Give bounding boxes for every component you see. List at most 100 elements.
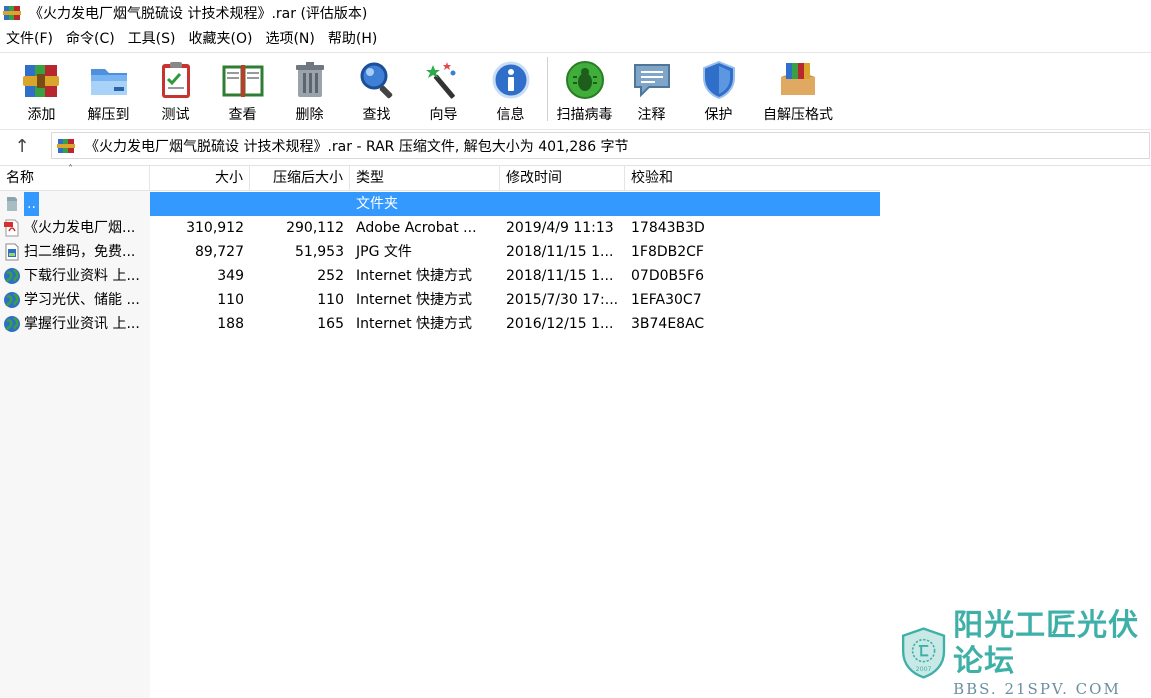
sfx-button[interactable]: 自解压格式 — [752, 53, 844, 125]
file-name: 掌握行业资讯 上... — [24, 316, 140, 332]
toolbar-separator — [547, 57, 548, 121]
table-row[interactable]: 《火力发电厂烟... 310,912 290,112 Adobe Acrobat… — [0, 216, 880, 240]
file-modified: 2018/11/15 1... — [506, 268, 614, 284]
find-button[interactable]: 查找 — [343, 53, 410, 125]
forum-watermark: 2007 阳光工匠光伏论坛 BBS. 21SPV. COM — [900, 608, 1148, 698]
bug-icon — [565, 61, 604, 99]
file-crc: 07D0B5F6 — [631, 268, 704, 284]
menu-favorites[interactable]: 收藏夹(O) — [183, 27, 260, 51]
file-size: 89,727 — [195, 244, 244, 260]
file-packed-size: 252 — [317, 268, 344, 284]
file-type: JPG 文件 — [356, 244, 412, 260]
arrow-up-icon: ↑ — [14, 135, 30, 157]
seal-year: 2007 — [916, 666, 932, 673]
file-packed-size: 165 — [317, 316, 344, 332]
file-size: 110 — [217, 292, 244, 308]
magnifier-icon — [360, 62, 392, 99]
file-type: Internet 快捷方式 — [356, 292, 473, 308]
file-size: 310,912 — [186, 220, 244, 236]
test-button[interactable]: 测试 — [142, 53, 209, 125]
image-file-icon — [5, 243, 19, 261]
file-size: 188 — [217, 316, 244, 332]
file-name: .. — [24, 192, 39, 216]
watermark-url: BBS. 21SPV. COM — [953, 680, 1121, 698]
table-row[interactable]: .. 文件夹 — [0, 192, 880, 216]
column-header-packed[interactable]: 压缩后大小 — [250, 166, 350, 191]
file-size: 349 — [217, 268, 244, 284]
archive-path-text: 《火力发电厂烟气脱硫设 计技术规程》.rar - RAR 压缩文件, 解包大小为… — [85, 138, 629, 155]
shield-icon — [702, 60, 735, 100]
file-packed-size: 290,112 — [286, 220, 344, 236]
up-folder-button[interactable]: ↑ — [0, 130, 44, 162]
open-book-icon — [222, 65, 263, 97]
column-header-name[interactable]: ˄ 名称 — [0, 164, 150, 191]
internet-shortcut-icon — [4, 316, 20, 332]
folder-up-icon — [7, 197, 17, 211]
file-packed-size — [250, 192, 350, 216]
archive-books-icon — [22, 65, 59, 97]
protect-button[interactable]: 保护 — [685, 53, 752, 125]
shield-logo-icon: 2007 — [901, 627, 946, 679]
add-button[interactable]: 添加 — [8, 53, 75, 125]
file-crc — [625, 192, 880, 216]
file-name: 下载行业资料 上... — [24, 268, 140, 284]
title-bar: 《火力发电厂烟气脱硫设 计技术规程》.rar (评估版本) — [0, 0, 1151, 26]
sort-ascending-icon: ˄ — [68, 164, 73, 175]
toolbar: 添加 解压到 测试 查看 删除 查找 向导 信息 扫描病毒 注释 保护 自解压格… — [0, 52, 1151, 126]
pdf-file-icon — [4, 219, 19, 237]
comment-button[interactable]: 注释 — [618, 53, 685, 125]
file-packed-size: 51,953 — [295, 244, 344, 260]
file-size — [150, 192, 250, 216]
column-header-modified[interactable]: 修改时间 — [500, 166, 625, 191]
file-crc: 17843B3D — [631, 220, 705, 236]
menu-tools[interactable]: 工具(S) — [122, 27, 183, 51]
file-type: 文件夹 — [350, 192, 500, 216]
column-header-size[interactable]: 大小 — [150, 166, 250, 191]
sfx-box-icon — [781, 63, 815, 95]
file-crc: 1EFA30C7 — [631, 292, 702, 308]
delete-button[interactable]: 删除 — [276, 53, 343, 125]
clipboard-check-icon — [161, 62, 190, 98]
table-row[interactable]: 扫二维码，免费... 89,727 51,953 JPG 文件 2018/11/… — [0, 240, 880, 264]
info-icon — [492, 61, 529, 99]
file-name: 扫二维码，免费... — [24, 244, 136, 260]
menu-bar: 文件(F) 命令(C) 工具(S) 收藏夹(O) 选项(N) 帮助(H) — [0, 27, 1151, 51]
file-type: Adobe Acrobat ... — [356, 220, 477, 236]
file-packed-size: 110 — [317, 292, 344, 308]
file-name: 学习光伏、储能 ... — [24, 292, 140, 308]
file-modified: 2019/4/9 11:13 — [506, 220, 614, 236]
rar-archive-icon — [57, 137, 75, 155]
archive-path-field[interactable]: 《火力发电厂烟气脱硫设 计技术规程》.rar - RAR 压缩文件, 解包大小为… — [51, 132, 1150, 159]
virus-scan-button[interactable]: 扫描病毒 — [551, 53, 618, 125]
window-title: 《火力发电厂烟气脱硫设 计技术规程》.rar (评估版本) — [29, 6, 368, 22]
file-list-header: ˄ 名称 大小 压缩后大小 类型 修改时间 校验和 — [0, 164, 880, 191]
file-crc: 1F8DB2CF — [631, 244, 704, 260]
info-button[interactable]: 信息 — [477, 53, 544, 125]
menu-options[interactable]: 选项(N) — [259, 27, 321, 51]
file-type: Internet 快捷方式 — [356, 268, 473, 284]
menu-help[interactable]: 帮助(H) — [322, 27, 384, 51]
menu-commands[interactable]: 命令(C) — [60, 27, 122, 51]
menu-file[interactable]: 文件(F) — [0, 27, 60, 51]
address-bar: ↑ 《火力发电厂烟气脱硫设 计技术规程》.rar - RAR 压缩文件, 解包大… — [0, 129, 1151, 162]
file-modified — [500, 192, 625, 216]
column-header-crc[interactable]: 校验和 — [625, 166, 880, 191]
speech-bubble-icon — [633, 64, 670, 98]
extract-to-button[interactable]: 解压到 — [75, 53, 142, 125]
internet-shortcut-icon — [4, 292, 20, 308]
file-crc: 3B74E8AC — [631, 316, 705, 332]
table-row[interactable]: 学习光伏、储能 ... 110 110 Internet 快捷方式 2015/7… — [0, 288, 880, 312]
watermark-title: 阳光工匠光伏论坛 — [953, 608, 1140, 679]
view-button[interactable]: 查看 — [209, 53, 276, 125]
file-name: 《火力发电厂烟... — [24, 220, 136, 236]
internet-shortcut-icon — [4, 268, 20, 284]
trash-can-icon — [295, 62, 324, 97]
table-row[interactable]: 下载行业资料 上... 349 252 Internet 快捷方式 2018/1… — [0, 264, 880, 288]
column-header-type[interactable]: 类型 — [350, 166, 500, 191]
file-modified: 2015/7/30 17:... — [506, 292, 619, 308]
wizard-button[interactable]: 向导 — [410, 53, 477, 125]
table-row[interactable]: 掌握行业资讯 上... 188 165 Internet 快捷方式 2016/1… — [0, 312, 880, 336]
file-type: Internet 快捷方式 — [356, 316, 473, 332]
winrar-app-icon — [3, 4, 21, 22]
folder-extract-icon — [90, 69, 127, 95]
